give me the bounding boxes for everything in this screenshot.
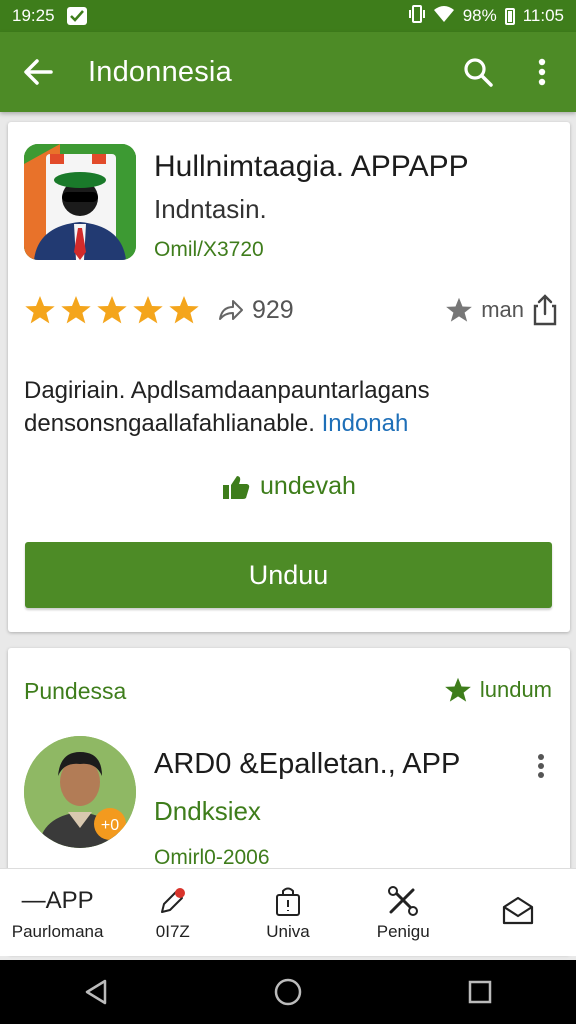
developer-more-button[interactable] [528, 748, 554, 784]
app-code: Omil/X3720 [154, 238, 264, 261]
checkbox-notification-icon [66, 7, 87, 25]
rating-row: 929 [24, 294, 294, 326]
status-time-right: 11:05 [522, 6, 564, 25]
status-time-left: 19:25 [12, 6, 55, 25]
share-count-value: 929 [252, 295, 294, 324]
section-action[interactable]: lundum [444, 676, 552, 704]
thumbs-up-icon [223, 475, 250, 499]
developer-subtitle[interactable]: Dndksiex [154, 796, 261, 827]
like-row[interactable]: undevah [8, 472, 570, 501]
install-button[interactable]: Unduu [25, 542, 552, 608]
page-title: Indonnesia [88, 55, 232, 88]
back-arrow-icon [24, 59, 53, 85]
app-description: Dagiriain. Apdlsamdaanpauntarlagans dens… [24, 374, 554, 440]
nav-item-bag[interactable]: Univa [230, 869, 345, 956]
more-vert-icon [538, 58, 546, 86]
system-home-button[interactable] [258, 962, 318, 1022]
section-action-label: lundum [479, 677, 552, 702]
star-icon [169, 296, 199, 324]
tools-icon [386, 884, 420, 918]
share-count[interactable]: 929 [218, 296, 294, 325]
nav-app-text: —APP [21, 886, 94, 914]
nav-item-edit[interactable]: 0I7Z [115, 869, 230, 956]
app-logo-image [24, 144, 136, 260]
nav-label: 0I7Z [155, 921, 190, 941]
back-button[interactable] [0, 32, 76, 112]
system-back-button[interactable] [66, 962, 126, 1022]
app-details-card: Hullnimtaagia. APPAPP Indntasin. Omil/X3… [8, 122, 570, 632]
app-name: Hullnimtaagia. APPAPP [154, 150, 469, 183]
share-arrow-icon [219, 300, 243, 320]
wifi-icon [433, 5, 455, 28]
more-vert-icon [538, 754, 544, 778]
app-icon[interactable] [24, 144, 136, 260]
developer-code: Omirl0-2006 [154, 846, 270, 869]
star-icon [25, 296, 55, 324]
bottom-nav: —APP Paurlomana 0I7Z Univa Penigu [0, 868, 576, 956]
app-developer[interactable]: Indntasin. [154, 194, 267, 225]
wishlist-label[interactable]: man [481, 297, 524, 323]
nav-label: Paurlomana [11, 921, 104, 941]
star-outline-icon[interactable] [445, 296, 473, 324]
search-button[interactable] [452, 48, 504, 96]
nav-item-mail[interactable] [461, 869, 576, 956]
developer-avatar[interactable]: +0 [24, 736, 136, 848]
star-icon [61, 296, 91, 324]
like-label: undevah [260, 472, 356, 500]
wishlist-group: man [445, 294, 558, 326]
star-icon [133, 296, 163, 324]
circle-home-icon [274, 978, 302, 1006]
system-recents-button[interactable] [450, 962, 510, 1022]
system-nav-bar [0, 960, 576, 1024]
avatar-image: +0 [24, 736, 136, 848]
nav-item-tools[interactable]: Penigu [346, 869, 461, 956]
nav-label: Univa [266, 921, 310, 941]
share-icon[interactable] [532, 294, 558, 326]
square-recents-icon [468, 980, 492, 1004]
status-bar: 19:25 98% 11:05 [0, 0, 576, 32]
mail-icon [501, 894, 535, 928]
description-line-2: densonsngaallafahlianable. Indonah [24, 407, 554, 440]
search-icon [464, 58, 493, 87]
nav-item-app[interactable]: —APP Paurlomana [0, 869, 115, 956]
nav-label: Penigu [376, 921, 430, 941]
developer-name: ARD0 &Epalletan., APP [154, 748, 461, 780]
battery-percent: 98% [462, 6, 497, 25]
triangle-back-icon [85, 979, 107, 1005]
battery-icon [504, 7, 515, 25]
description-link[interactable]: Indonah [322, 410, 409, 437]
bag-icon [273, 884, 303, 918]
app-bar: Indonnesia [0, 32, 576, 112]
vibrate-icon [408, 4, 425, 28]
overflow-menu-button[interactable] [520, 48, 564, 96]
star-icon [445, 677, 471, 702]
svg-text:+0: +0 [101, 817, 119, 834]
description-line: Dagiriain. Apdlsamdaanpauntarlagans [24, 377, 430, 404]
description-text: densonsngaallafahlianable. [24, 410, 315, 437]
section-title: Pundessa [24, 678, 127, 704]
edit-icon [158, 884, 188, 918]
star-icon [97, 296, 127, 324]
